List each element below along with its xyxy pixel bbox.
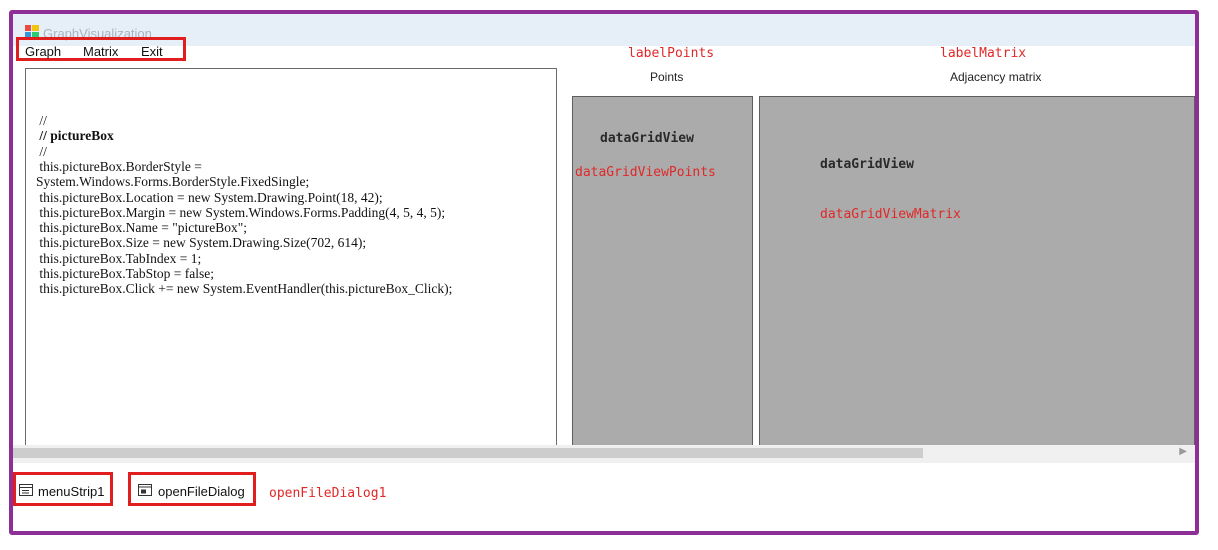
menu-strip-component[interactable]: menuStrip1 <box>13 472 113 506</box>
matrix-grid-type: dataGridView <box>820 157 914 172</box>
points-grid-type: dataGridView <box>600 131 694 146</box>
title-bar: GraphVisualization <box>13 14 1195 46</box>
open-file-dialog-component[interactable]: openFileDialog <box>128 472 256 506</box>
matrix-header: Adjacency matrix <box>950 70 1042 84</box>
points-grid[interactable] <box>572 96 753 452</box>
chevron-right-icon[interactable]: ▶ <box>1179 446 1187 457</box>
menu-strip: Graph Matrix Exit <box>16 37 186 61</box>
code-line: this.pictureBox.Name = "pictureBox"; <box>36 220 247 236</box>
scrollbar-thumb[interactable] <box>13 448 923 458</box>
horizontal-scrollbar[interactable]: ▶ <box>13 445 1195 463</box>
code-line: this.pictureBox.TabIndex = 1; <box>36 250 202 266</box>
menu-graph[interactable]: Graph <box>25 44 61 59</box>
picture-box[interactable]: // // pictureBox // this.pictureBox.Bord… <box>25 68 557 450</box>
matrix-grid[interactable] <box>759 96 1195 452</box>
code-line: // <box>36 143 47 159</box>
menu-exit[interactable]: Exit <box>141 44 163 59</box>
menu-matrix[interactable]: Matrix <box>83 44 118 59</box>
code-line: this.pictureBox.Location = new System.Dr… <box>36 189 383 205</box>
code-line: // <box>36 113 47 128</box>
label-points-annotation: labelPoints <box>628 46 715 61</box>
code-line: this.pictureBox.TabStop = false; <box>36 266 215 281</box>
code-line: this.pictureBox.Margin = new System.Wind… <box>36 204 446 220</box>
code-line: this.pictureBox.BorderStyle = <box>36 158 202 174</box>
matrix-grid-name: dataGridViewMatrix <box>820 207 961 222</box>
code-line: this.pictureBox.Click += new System.Even… <box>36 281 453 297</box>
menu-strip-icon <box>19 484 33 496</box>
points-grid-name: dataGridViewPoints <box>575 165 716 180</box>
menu-strip-label: menuStrip1 <box>38 484 105 499</box>
code-line: // pictureBox <box>36 128 114 144</box>
label-matrix-annotation: labelMatrix <box>940 46 1027 61</box>
open-file-dialog-icon <box>138 484 152 496</box>
points-header: Points <box>650 70 684 84</box>
code-line: this.pictureBox.Size = new System.Drawin… <box>36 235 367 251</box>
code-line: System.Windows.Forms.BorderStyle.FixedSi… <box>36 174 310 190</box>
open-file-dialog1-annotation: openFileDialog1 <box>269 486 387 501</box>
open-file-dialog-label: openFileDialog <box>158 484 245 499</box>
